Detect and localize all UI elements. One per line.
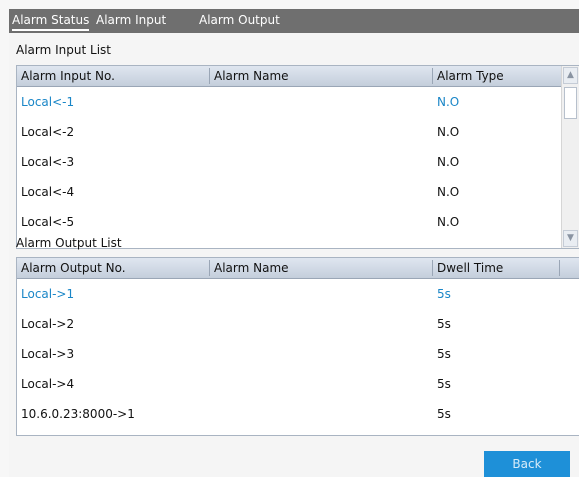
- alarm-output-no: Local->3: [21, 347, 75, 361]
- alarm-input-table-header: Alarm Input No. Alarm Name Alarm Type: [17, 66, 561, 87]
- alarm-output-name: [210, 279, 432, 309]
- column-header-alarm-input-no[interactable]: Alarm Input No.: [17, 66, 209, 86]
- tab-alarm-status[interactable]: Alarm Status: [12, 9, 90, 33]
- column-header-alarm-name[interactable]: Alarm Name: [210, 66, 432, 86]
- alarm-status-panel: Alarm Input List Alarm Input No. Alarm N…: [9, 33, 579, 477]
- column-header-alarm-name[interactable]: Alarm Name: [210, 258, 432, 278]
- alarm-input-type: N.O: [437, 95, 460, 109]
- alarm-input-type: N.O: [437, 215, 460, 229]
- alarm-output-dwell-time: 5s: [437, 377, 451, 391]
- alarm-input-name: [210, 177, 432, 207]
- alarm-input-row[interactable]: Local<-3 N.O: [17, 147, 560, 177]
- column-header-alarm-output-no[interactable]: Alarm Output No.: [17, 258, 209, 278]
- scrollbar-thumb[interactable]: [564, 87, 577, 119]
- alarm-input-no: Local<-3: [21, 155, 75, 169]
- alarm-input-row[interactable]: Local<-4 N.O: [17, 177, 560, 207]
- alarm-input-name: [210, 147, 432, 177]
- alarm-output-dwell-time: 5s: [437, 317, 451, 331]
- alarm-output-name: [210, 369, 432, 399]
- alarm-output-dwell-time: 5s: [437, 287, 451, 301]
- tab-alarm-output[interactable]: Alarm Output: [199, 9, 280, 33]
- alarm-output-row[interactable]: 10.6.0.23:8000->1 5s: [17, 399, 579, 429]
- alarm-input-name: [210, 117, 432, 147]
- alarm-input-type: N.O: [437, 185, 460, 199]
- alarm-input-type: N.O: [437, 125, 460, 139]
- column-header-dwell-time[interactable]: Dwell Time: [433, 258, 559, 278]
- column-header-alarm-type[interactable]: Alarm Type: [433, 66, 559, 86]
- alarm-output-list-title: Alarm Output List: [16, 236, 122, 250]
- alarm-input-no: Local<-1: [21, 95, 75, 109]
- alarm-input-row[interactable]: Local<-1 N.O: [17, 87, 560, 117]
- alarm-output-row[interactable]: Local->2 5s: [17, 309, 579, 339]
- column-divider: [559, 260, 560, 276]
- alarm-output-name: [210, 339, 432, 369]
- alarm-input-name: [210, 207, 432, 237]
- alarm-input-table: Alarm Input No. Alarm Name Alarm Type Lo…: [16, 65, 579, 249]
- alarm-input-row[interactable]: Local<-2 N.O: [17, 117, 560, 147]
- alarm-output-table-header: Alarm Output No. Alarm Name Dwell Time: [17, 258, 579, 279]
- alarm-output-dwell-time: 5s: [437, 347, 451, 361]
- alarm-input-no: Local<-4: [21, 185, 75, 199]
- alarm-input-type: N.O: [437, 155, 460, 169]
- tab-alarm-input[interactable]: Alarm Input: [96, 9, 166, 33]
- alarm-output-no: Local->4: [21, 377, 75, 391]
- alarm-output-no: Local->2: [21, 317, 75, 331]
- alarm-output-no: Local->1: [21, 287, 75, 301]
- alarm-output-name: [210, 309, 432, 339]
- alarm-output-name: [210, 399, 432, 429]
- chevron-down-icon[interactable]: ▼: [563, 230, 578, 247]
- alarm-output-row[interactable]: Local->4 5s: [17, 369, 579, 399]
- alarm-output-dwell-time: 5s: [437, 407, 451, 421]
- alarm-input-list-title: Alarm Input List: [16, 43, 111, 57]
- alarm-input-scrollbar[interactable]: ▲ ▼: [561, 66, 579, 248]
- alarm-input-row[interactable]: Local<-5 N.O: [17, 207, 560, 237]
- alarm-output-no: 10.6.0.23:8000->1: [21, 407, 135, 421]
- chevron-up-icon[interactable]: ▲: [563, 67, 578, 84]
- alarm-output-row[interactable]: Local->1 5s: [17, 279, 579, 309]
- alarm-output-table: Alarm Output No. Alarm Name Dwell Time L…: [16, 257, 579, 436]
- alarm-input-no: Local<-2: [21, 125, 75, 139]
- alarm-input-no: Local<-5: [21, 215, 75, 229]
- alarm-input-name: [210, 87, 432, 117]
- tab-bar: Alarm Status Alarm Input Alarm Output: [9, 9, 579, 33]
- alarm-output-row[interactable]: Local->3 5s: [17, 339, 579, 369]
- back-button[interactable]: Back: [484, 451, 570, 477]
